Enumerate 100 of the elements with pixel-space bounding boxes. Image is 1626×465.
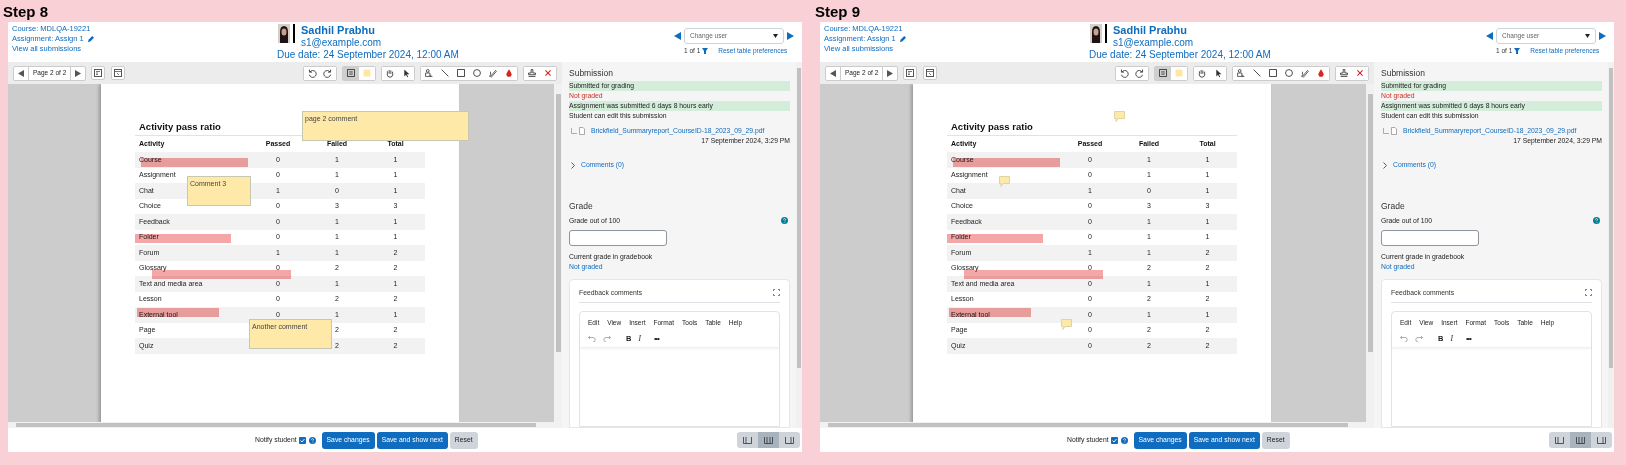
layout-icon — [1576, 436, 1585, 444]
layout-button[interactable] — [758, 432, 779, 448]
layout-button[interactable] — [737, 432, 758, 448]
horizontal-scrollbar[interactable] — [820, 422, 1374, 428]
rotate-left-tool-button[interactable] — [304, 66, 320, 80]
search-comments-button[interactable] — [903, 66, 918, 80]
expand-panel-button[interactable] — [923, 66, 938, 80]
circle-icon — [471, 67, 483, 79]
layout-icon — [764, 436, 773, 444]
previous-page-icon — [830, 69, 836, 77]
panel-icon — [926, 69, 935, 77]
notify-checkbox[interactable] — [1110, 436, 1118, 444]
text-highlight[interactable] — [135, 234, 231, 243]
line-icon — [439, 67, 451, 79]
layout-icon — [1597, 436, 1606, 444]
vertical-scrollbar[interactable] — [554, 84, 562, 422]
section-heading: Grade — [569, 199, 594, 212]
stamp-icon — [1338, 67, 1350, 79]
layout-button[interactable] — [1570, 432, 1591, 448]
highlighter-icon — [423, 67, 435, 79]
help-icon — [781, 217, 788, 225]
grade-input[interactable] — [569, 229, 667, 246]
avatar — [278, 24, 290, 43]
redo-icon — [1415, 335, 1423, 343]
previous-user-icon — [1486, 32, 1493, 40]
rotate-left-icon — [306, 67, 318, 79]
layout-icon — [785, 436, 794, 444]
layout-icon — [1555, 436, 1564, 444]
comment-tool-button[interactable] — [343, 66, 359, 80]
comment-icon — [345, 67, 357, 79]
help-icon — [1120, 436, 1128, 444]
rotate-left-icon — [1118, 67, 1130, 79]
sidebar-scrollbar[interactable] — [1608, 62, 1614, 428]
rotate-right-tool-button[interactable] — [320, 66, 336, 80]
layout-button[interactable] — [1549, 432, 1570, 448]
section-heading: Grade — [1381, 199, 1406, 212]
comment-icon — [1157, 67, 1169, 79]
rotate-right-icon — [322, 67, 334, 79]
ink-drop-icon — [1315, 67, 1327, 79]
section-heading: Submission — [569, 67, 614, 79]
search-comments-button[interactable] — [91, 66, 106, 80]
text-highlight[interactable] — [949, 308, 1031, 317]
next-user-icon — [1599, 32, 1606, 40]
previous-user-icon — [674, 32, 681, 40]
avatar — [1090, 24, 1102, 43]
document-icon — [906, 69, 915, 77]
dropdown-caret-icon — [1585, 34, 1590, 38]
color-swatch-icon — [361, 67, 373, 79]
expand-panel-button[interactable] — [111, 66, 126, 80]
fullscreen-icon — [773, 289, 780, 297]
text-highlight[interactable] — [953, 158, 1060, 167]
highlighter-icon — [1235, 67, 1247, 79]
vertical-scrollbar[interactable] — [1366, 84, 1374, 422]
chevron-right-icon — [1383, 161, 1387, 169]
layout-button[interactable] — [1591, 432, 1612, 448]
rectangle-icon — [455, 67, 467, 79]
sidebar-scrollbar[interactable] — [796, 62, 802, 428]
horizontal-scrollbar[interactable] — [8, 422, 562, 428]
user-name[interactable]: Sadhil Prabhu — [301, 24, 382, 37]
rectangle-icon — [1267, 67, 1279, 79]
previous-page-icon — [18, 69, 24, 77]
delete-icon — [542, 67, 554, 79]
next-page-icon — [75, 69, 82, 77]
ink-drop-icon — [503, 67, 515, 79]
pencil-icon — [86, 35, 94, 43]
layout-button[interactable] — [779, 432, 800, 448]
rotate-right-tool-button[interactable] — [1132, 66, 1148, 80]
pencil-icon — [898, 35, 906, 43]
help-icon — [308, 436, 316, 444]
hand-icon — [1196, 67, 1208, 79]
notify-checkbox[interactable] — [298, 436, 306, 444]
text-highlight[interactable] — [141, 158, 248, 167]
next-user-icon — [787, 32, 794, 40]
tree-connector-icon — [571, 128, 577, 135]
text-highlight[interactable] — [137, 308, 219, 317]
due-date: Due date: 24 September 2024, 12:00 AM — [1089, 49, 1272, 61]
file-icon — [1391, 127, 1397, 136]
circle-icon — [1283, 67, 1295, 79]
step-label: Step 8 — [3, 2, 49, 22]
redo-icon — [603, 335, 611, 343]
hand-icon — [384, 67, 396, 79]
document-heading: Activity pass ratio — [139, 121, 221, 133]
dropdown-caret-icon — [773, 34, 778, 38]
next-page-icon — [887, 69, 894, 77]
rotate-left-tool-button[interactable] — [1116, 66, 1132, 80]
fullscreen-icon — [1585, 289, 1592, 297]
color-swatch-icon — [1173, 67, 1185, 79]
comment-tool-button[interactable] — [1155, 66, 1171, 80]
grade-input[interactable] — [1381, 229, 1479, 246]
user-name[interactable]: Sadhil Prabhu — [1113, 24, 1194, 37]
chevron-right-icon — [571, 161, 575, 169]
file-icon — [579, 127, 585, 136]
step-label: Step 9 — [815, 2, 861, 22]
text-highlight[interactable] — [947, 234, 1043, 243]
user-email: s1@example.com — [1113, 37, 1194, 49]
section-heading: Submission — [1381, 67, 1426, 79]
document-heading: Activity pass ratio — [951, 121, 1033, 133]
delete-icon — [1354, 67, 1366, 79]
document-icon — [94, 69, 103, 77]
stamp-icon — [526, 67, 538, 79]
